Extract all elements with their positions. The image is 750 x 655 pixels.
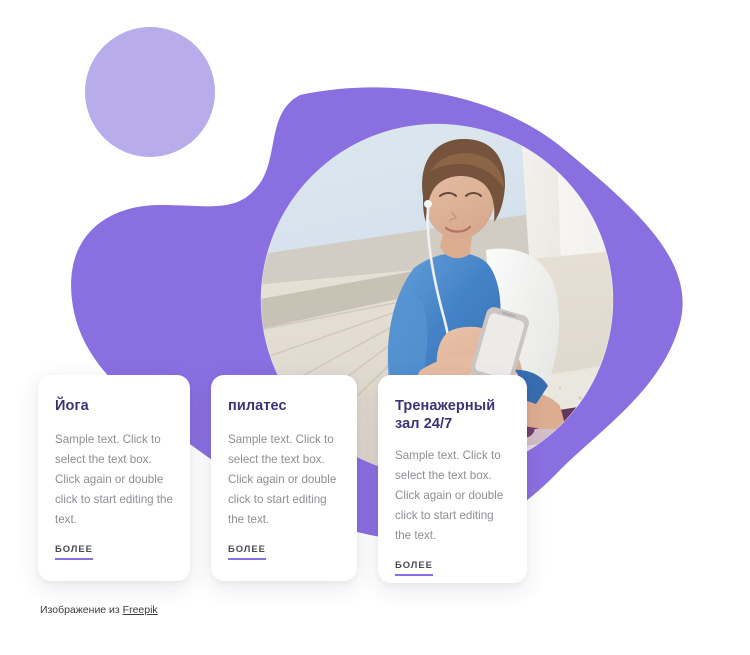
card-gym[interactable]: Тренажерный зал 24/7 Sample text. Click …: [378, 375, 527, 583]
card-title: Йога: [55, 398, 89, 414]
card-title: Тренажерный зал 24/7: [395, 398, 496, 432]
feature-cards-row: Йога Sample text. Click to select the te…: [38, 375, 530, 583]
page-root: Йога Sample text. Click to select the te…: [0, 0, 750, 655]
card-more-link[interactable]: БОЛЕЕ: [228, 543, 266, 560]
card-body: Sample text. Click to select the text bo…: [228, 432, 337, 526]
card-title: пилатес: [228, 398, 287, 414]
credit-prefix: Изображение из: [40, 604, 123, 616]
light-purple-circle: [85, 27, 215, 157]
credit-link[interactable]: Freepik: [123, 604, 158, 616]
card-more-link[interactable]: БОЛЕЕ: [55, 543, 93, 560]
card-yoga[interactable]: Йога Sample text. Click to select the te…: [38, 375, 190, 581]
card-more-link[interactable]: БОЛЕЕ: [395, 559, 433, 576]
image-credit: Изображение из Freepik: [40, 604, 158, 616]
card-pilates[interactable]: пилатес Sample text. Click to select the…: [211, 375, 357, 581]
card-body: Sample text. Click to select the text bo…: [55, 432, 173, 526]
card-body: Sample text. Click to select the text bo…: [395, 448, 504, 542]
